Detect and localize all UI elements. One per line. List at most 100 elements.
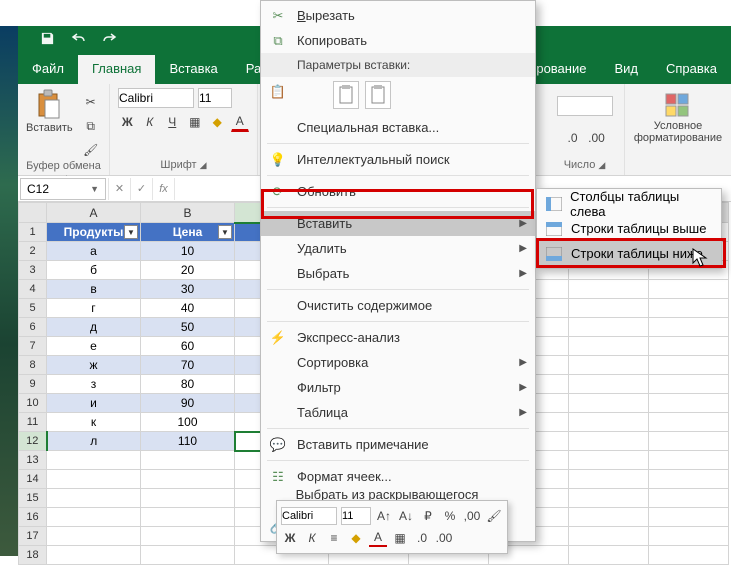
ctx-table[interactable]: Таблица▶	[261, 400, 535, 425]
ctx-copy[interactable]: ⧉Копировать	[261, 28, 535, 53]
ctx-comment[interactable]: 💬Вставить примечание	[261, 432, 535, 457]
row-header-13[interactable]: 13	[19, 451, 47, 470]
number-format-select[interactable]	[557, 96, 613, 116]
cell-A8[interactable]: ж	[47, 356, 141, 375]
tab-view[interactable]: Вид	[600, 55, 652, 84]
mini-italic[interactable]: К	[303, 529, 321, 547]
cell-B7[interactable]: 60	[141, 337, 235, 356]
mini-fill-color[interactable]: ◆	[347, 529, 365, 547]
row-header-2[interactable]: 2	[19, 242, 47, 261]
row-header-12[interactable]: 12	[19, 432, 47, 451]
cell-A3[interactable]: б	[47, 261, 141, 280]
sub-rows-above[interactable]: Строки таблицы выше	[537, 216, 721, 241]
bold-button[interactable]: Ж	[118, 112, 137, 132]
ctx-format-cells[interactable]: ☷Формат ячеек...	[261, 464, 535, 489]
tab-insert[interactable]: Вставка	[155, 55, 231, 84]
ctx-clear[interactable]: Очистить содержимое	[261, 293, 535, 318]
enter-icon[interactable]: ✓	[130, 178, 152, 200]
redo-icon[interactable]	[101, 31, 119, 50]
cell-B2[interactable]: 10	[141, 242, 235, 261]
filter-dropdown-icon[interactable]: ▼	[124, 225, 138, 239]
copy-icon[interactable]: ⧉	[81, 116, 101, 136]
row-header-17[interactable]: 17	[19, 527, 47, 546]
mini-dec-inc[interactable]: .00	[435, 529, 453, 547]
row-header-18[interactable]: 18	[19, 546, 47, 565]
cell-A9[interactable]: з	[47, 375, 141, 394]
ctx-refresh[interactable]: ⟳Обновить	[261, 179, 535, 204]
cell-A12[interactable]: л	[47, 432, 141, 451]
row-header-14[interactable]: 14	[19, 470, 47, 489]
decimal-inc-button[interactable]: .00	[587, 128, 607, 148]
row-header-8[interactable]: 8	[19, 356, 47, 375]
cell-A5[interactable]: г	[47, 299, 141, 318]
ctx-smart-lookup[interactable]: 💡Интеллектуальный поиск	[261, 147, 535, 172]
mini-font-size[interactable]	[341, 507, 371, 525]
ctx-paste-special[interactable]: Специальная вставка...	[261, 115, 535, 140]
cell-B5[interactable]: 40	[141, 299, 235, 318]
ctx-cut[interactable]: ✂Вырезать	[261, 3, 535, 28]
save-icon[interactable]	[40, 31, 55, 51]
cell-B6[interactable]: 50	[141, 318, 235, 337]
mini-bold[interactable]: Ж	[281, 529, 299, 547]
tab-help[interactable]: Справка	[652, 55, 731, 84]
row-header-5[interactable]: 5	[19, 299, 47, 318]
cell-B4[interactable]: 30	[141, 280, 235, 299]
italic-button[interactable]: К	[141, 112, 160, 132]
fx-icon[interactable]: fx	[152, 178, 174, 200]
cut-icon[interactable]: ✂	[81, 92, 101, 112]
ctx-filter[interactable]: Фильтр▶	[261, 375, 535, 400]
fill-color-button[interactable]: ◆	[208, 112, 227, 132]
cell-B9[interactable]: 80	[141, 375, 235, 394]
undo-icon[interactable]	[69, 31, 87, 50]
name-box[interactable]: C12▼	[20, 178, 106, 200]
cell-B11[interactable]: 100	[141, 413, 235, 432]
mini-dec-dec[interactable]: .0	[413, 529, 431, 547]
font-size-input[interactable]	[198, 88, 232, 108]
ctx-delete[interactable]: Удалить▶	[261, 236, 535, 261]
sub-cols-left[interactable]: Столбцы таблицы слева	[537, 191, 721, 216]
cell-A4[interactable]: в	[47, 280, 141, 299]
table-header-products[interactable]: Продукты▼	[47, 223, 141, 242]
mini-border[interactable]: ▦	[391, 529, 409, 547]
sub-rows-below[interactable]: Строки таблицы ниже	[537, 241, 721, 266]
row-header-15[interactable]: 15	[19, 489, 47, 508]
format-painter-icon[interactable]: 🖌	[81, 140, 101, 160]
row-header-3[interactable]: 3	[19, 261, 47, 280]
filter-dropdown-icon[interactable]: ▼	[218, 225, 232, 239]
cell-B3[interactable]: 20	[141, 261, 235, 280]
tab-file[interactable]: Файл	[18, 55, 78, 84]
font-color-button[interactable]: A	[231, 112, 250, 132]
mini-format-painter-icon[interactable]: 🖌	[485, 507, 503, 525]
col-header-A[interactable]: A	[47, 203, 141, 223]
mini-font-color[interactable]: A	[369, 529, 387, 547]
row-header-10[interactable]: 10	[19, 394, 47, 413]
mini-font-name[interactable]	[281, 507, 337, 525]
cell-B12[interactable]: 110	[141, 432, 235, 451]
decimal-dec-button[interactable]: .0	[563, 128, 583, 148]
tab-home[interactable]: Главная	[78, 55, 155, 84]
ctx-insert[interactable]: Вставить▶	[261, 211, 535, 236]
mini-inc-font-icon[interactable]: A↑	[375, 507, 393, 525]
ctx-sort[interactable]: Сортировка▶	[261, 350, 535, 375]
mini-percent-icon[interactable]: %	[441, 507, 459, 525]
cell-B10[interactable]: 90	[141, 394, 235, 413]
underline-button[interactable]: Ч	[163, 112, 182, 132]
cell-B8[interactable]: 70	[141, 356, 235, 375]
cell-A11[interactable]: к	[47, 413, 141, 432]
conditional-format-button[interactable]: Условное форматирование	[634, 92, 722, 144]
paste-option-1[interactable]	[333, 81, 359, 109]
cell-A10[interactable]: и	[47, 394, 141, 413]
border-button[interactable]: ▦	[186, 112, 205, 132]
row-header-11[interactable]: 11	[19, 413, 47, 432]
paste-button[interactable]: Вставить	[26, 88, 73, 134]
col-header-B[interactable]: B	[141, 203, 235, 223]
mini-dec-font-icon[interactable]: A↓	[397, 507, 415, 525]
cell-A2[interactable]: а	[47, 242, 141, 261]
table-header-price[interactable]: Цена▼	[141, 223, 235, 242]
mini-currency-icon[interactable]: ₽	[419, 507, 437, 525]
row-header-7[interactable]: 7	[19, 337, 47, 356]
font-name-input[interactable]	[118, 88, 194, 108]
paste-option-2[interactable]	[365, 81, 391, 109]
row-header-16[interactable]: 16	[19, 508, 47, 527]
cell-A7[interactable]: е	[47, 337, 141, 356]
